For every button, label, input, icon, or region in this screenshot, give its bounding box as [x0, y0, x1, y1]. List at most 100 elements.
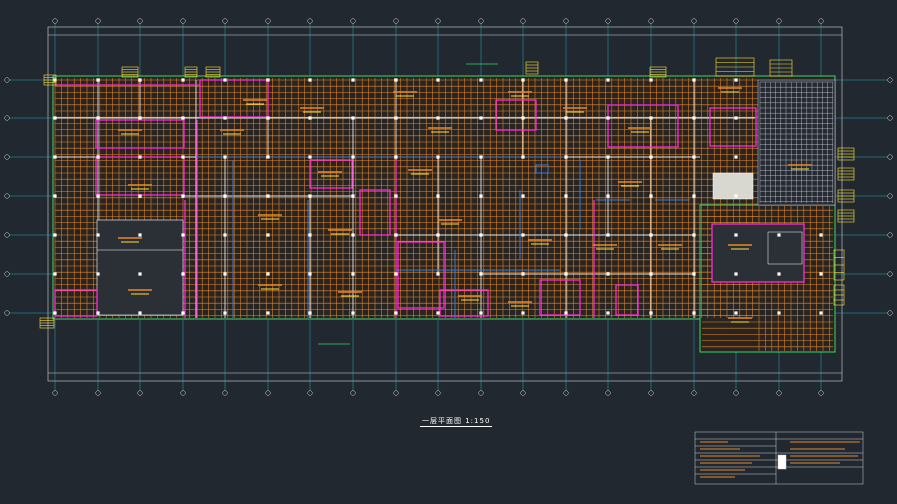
column: [564, 311, 568, 315]
column: [308, 78, 312, 82]
column: [479, 78, 483, 82]
column: [521, 155, 525, 159]
axis-bubble: [137, 18, 143, 24]
column: [181, 78, 185, 82]
column: [394, 155, 398, 159]
column: [96, 116, 100, 120]
column: [692, 311, 696, 315]
axis-bubble: [4, 271, 10, 277]
axis-bubble: [4, 193, 10, 199]
column: [308, 233, 312, 237]
column: [394, 116, 398, 120]
axis-bubble: [180, 18, 186, 24]
column: [351, 233, 355, 237]
column: [606, 272, 610, 276]
column: [266, 116, 270, 120]
column: [266, 311, 270, 315]
column: [181, 311, 185, 315]
axis-bubble: [393, 390, 399, 396]
column: [436, 233, 440, 237]
column: [734, 155, 738, 159]
axis-bubble: [733, 390, 739, 396]
column: [394, 272, 398, 276]
column: [266, 233, 270, 237]
axis-bubble: [265, 18, 271, 24]
column: [351, 272, 355, 276]
axis-bubble: [776, 390, 782, 396]
column: [394, 194, 398, 198]
axis-bubble: [435, 390, 441, 396]
column: [734, 194, 738, 198]
axis-bubble: [887, 193, 893, 199]
column: [521, 194, 525, 198]
column: [564, 233, 568, 237]
axis-bubble: [478, 390, 484, 396]
column: [138, 272, 142, 276]
column: [351, 194, 355, 198]
axis-bubble: [887, 271, 893, 277]
column: [266, 272, 270, 276]
column: [521, 233, 525, 237]
column: [734, 78, 738, 82]
column: [436, 116, 440, 120]
column: [521, 78, 525, 82]
axis-bubble: [605, 390, 611, 396]
column: [521, 272, 525, 276]
axis-bubble: [180, 390, 186, 396]
column: [308, 155, 312, 159]
axis-bubble: [222, 18, 228, 24]
column: [223, 311, 227, 315]
column: [479, 233, 483, 237]
column: [181, 233, 185, 237]
axis-bubble: [4, 77, 10, 83]
column: [521, 116, 525, 120]
column: [223, 194, 227, 198]
column: [223, 116, 227, 120]
column: [692, 116, 696, 120]
column: [734, 233, 738, 237]
axis-bubble: [887, 154, 893, 160]
axis-bubble: [222, 390, 228, 396]
column: [649, 116, 653, 120]
column: [53, 233, 57, 237]
column: [479, 116, 483, 120]
column: [606, 194, 610, 198]
column: [479, 272, 483, 276]
axis-bubble: [393, 18, 399, 24]
column: [692, 272, 696, 276]
column: [606, 116, 610, 120]
column: [819, 272, 823, 276]
column: [223, 233, 227, 237]
column: [734, 272, 738, 276]
column: [308, 272, 312, 276]
column: [777, 311, 781, 315]
axis-bubble: [648, 390, 654, 396]
column: [266, 155, 270, 159]
column: [649, 194, 653, 198]
column: [436, 311, 440, 315]
column: [181, 155, 185, 159]
column: [479, 311, 483, 315]
column: [479, 194, 483, 198]
axis-bubble: [563, 390, 569, 396]
column: [649, 272, 653, 276]
axis-bubble: [4, 154, 10, 160]
column: [649, 78, 653, 82]
axis-bubble: [887, 310, 893, 316]
axis-bubble: [691, 390, 697, 396]
column: [351, 311, 355, 315]
column: [308, 116, 312, 120]
column: [564, 78, 568, 82]
axis-bubble: [95, 18, 101, 24]
column: [96, 78, 100, 82]
column: [53, 116, 57, 120]
column: [606, 311, 610, 315]
column: [564, 272, 568, 276]
column: [53, 194, 57, 198]
column: [819, 311, 823, 315]
column: [138, 155, 142, 159]
column: [138, 116, 142, 120]
column: [479, 155, 483, 159]
axis-bubble: [95, 390, 101, 396]
axis-bubble: [648, 18, 654, 24]
